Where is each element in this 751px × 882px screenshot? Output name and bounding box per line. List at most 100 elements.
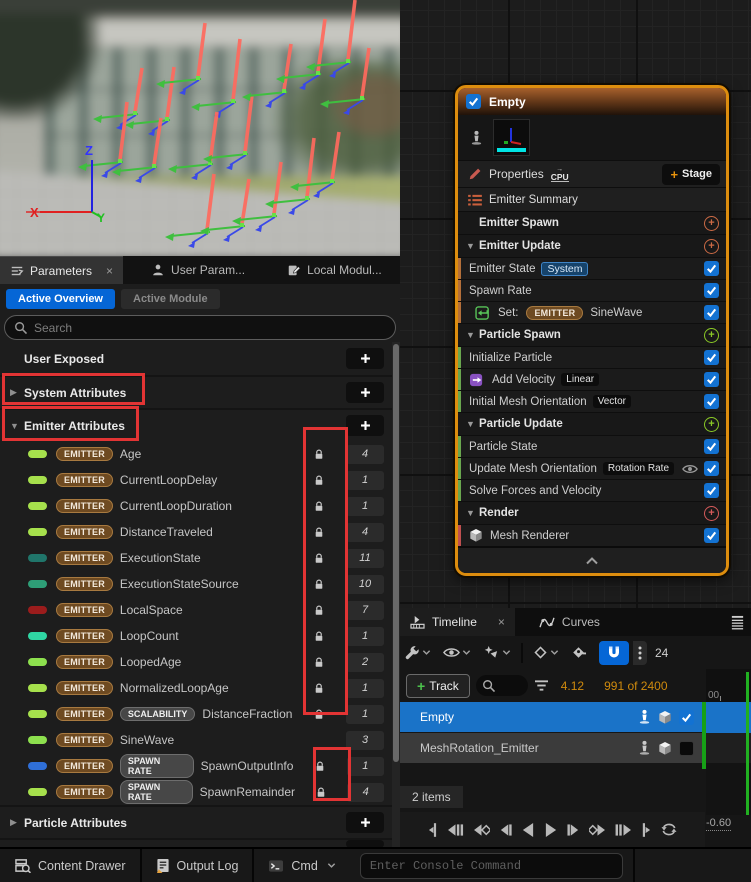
transport-reverse-button[interactable]: [521, 822, 535, 838]
module-row-emitter-state[interactable]: Emitter State System: [458, 257, 726, 279]
transport-step-forward-button[interactable]: [567, 823, 580, 837]
section-particle-attributes[interactable]: ▶Particle Attributes: [0, 805, 392, 838]
add-parameter-button[interactable]: [346, 812, 384, 833]
simulation-options-dropdown[interactable]: [483, 645, 511, 660]
module-row-set-sinewave[interactable]: Set: EMITTER SineWave: [458, 301, 726, 323]
system-overview-graph[interactable]: Empty Properties →CPU + Stage: [400, 0, 751, 608]
chevron-down-icon[interactable]: ▼: [10, 421, 24, 431]
add-parameter-button[interactable]: [346, 382, 384, 403]
person-icon[interactable]: [638, 740, 651, 756]
parameter-row[interactable]: EMITTER NormalizedLoopAge 1: [0, 675, 392, 701]
transport-jump-end-button[interactable]: [641, 822, 651, 838]
parameter-row[interactable]: EMITTER DistanceTraveled 4: [0, 519, 392, 545]
track-lane-meshrotation[interactable]: [706, 733, 751, 763]
module-enabled-checkbox[interactable]: [704, 283, 719, 298]
parameter-row[interactable]: EMITTER Age 4: [0, 441, 392, 467]
module-row-solve-forces-and-velocity[interactable]: Solve Forces and Velocity: [458, 479, 726, 501]
tab-local-modules[interactable]: Local Modul...: [277, 256, 392, 284]
chevron-right-icon[interactable]: ▶: [10, 387, 24, 398]
filter-icon[interactable]: [534, 679, 549, 692]
preview-viewport[interactable]: X Z Y: [0, 0, 400, 256]
person-icon[interactable]: [638, 709, 651, 725]
view-options-dropdown[interactable]: [443, 646, 471, 659]
module-row-particle-state[interactable]: Particle State: [458, 435, 726, 457]
parameter-row[interactable]: EMITTER CurrentLoopDuration 1: [0, 493, 392, 519]
keyframe-options-dropdown[interactable]: [533, 645, 559, 660]
eye-icon[interactable]: [682, 463, 698, 475]
add-module-icon[interactable]: +: [704, 417, 719, 432]
transport-prev-key-button[interactable]: [473, 823, 490, 837]
close-icon[interactable]: ×: [498, 615, 505, 629]
tab-curves[interactable]: Curves: [529, 608, 610, 636]
module-enabled-checkbox[interactable]: [704, 483, 719, 498]
wrench-dropdown[interactable]: [404, 645, 431, 661]
emitter-thumbnail[interactable]: [493, 119, 530, 156]
module-enabled-checkbox[interactable]: [704, 528, 719, 543]
parameter-row[interactable]: EMITTER SCALABILITY DistanceFraction 1: [0, 701, 392, 727]
chevron-down-icon[interactable]: ▼: [466, 419, 479, 429]
transport-next-frame-button[interactable]: [615, 823, 632, 837]
sequencer-icon[interactable]: [730, 615, 745, 630]
module-row-add-velocity[interactable]: Add Velocity Linear: [458, 368, 726, 390]
emitter-enabled-checkbox[interactable]: [466, 94, 481, 109]
chevron-down-icon[interactable]: ▼: [466, 241, 479, 251]
track-lane-empty[interactable]: [706, 702, 751, 733]
module-enabled-checkbox[interactable]: [704, 350, 719, 365]
chevron-down-icon[interactable]: ▼: [466, 330, 479, 340]
track-enabled-checkbox[interactable]: [679, 741, 694, 756]
active-module-button[interactable]: Active Module: [121, 289, 220, 309]
content-drawer-button[interactable]: Content Drawer: [0, 849, 140, 882]
auto-key-icon[interactable]: [571, 645, 587, 660]
add-module-icon[interactable]: +: [704, 216, 719, 231]
module-row-initial-mesh-orientation[interactable]: Initial Mesh Orientation Vector: [458, 390, 726, 412]
add-module-icon[interactable]: +: [704, 506, 719, 521]
node-collapse-bar[interactable]: [458, 546, 726, 573]
snap-options-dots[interactable]: [633, 641, 647, 665]
module-enabled-checkbox[interactable]: [704, 394, 719, 409]
transport-step-back-button[interactable]: [499, 823, 512, 837]
chevron-down-icon[interactable]: ▼: [466, 508, 479, 518]
properties-row[interactable]: Properties →CPU + Stage: [458, 160, 726, 187]
cube-icon[interactable]: [658, 741, 672, 756]
parameters-scrollbar[interactable]: [392, 342, 400, 847]
close-icon[interactable]: ×: [106, 264, 113, 278]
timeline-ruler[interactable]: 00: [706, 669, 751, 702]
add-parameter-button[interactable]: [346, 348, 384, 369]
node-section-render[interactable]: ▼ Render +: [458, 501, 726, 524]
playhead[interactable]: [746, 672, 749, 815]
tab-timeline[interactable]: Timeline ×: [400, 608, 515, 636]
transport-jump-start-button[interactable]: [428, 822, 438, 838]
transport-prev-frame-button[interactable]: [447, 823, 464, 837]
timeline-track-meshrotation_emitter[interactable]: MeshRotation_Emitter: [400, 733, 702, 763]
node-section-emitter-spawn[interactable]: Emitter Spawn +: [458, 211, 726, 234]
module-enabled-checkbox[interactable]: [704, 439, 719, 454]
cmd-button[interactable]: Cmd: [254, 849, 349, 882]
tab-user-parameters[interactable]: User Param...: [141, 256, 255, 284]
node-section-emitter-update[interactable]: ▼ Emitter Update +: [458, 234, 726, 257]
add-module-icon[interactable]: +: [704, 239, 719, 254]
node-section-particle-update[interactable]: ▼ Particle Update +: [458, 412, 726, 435]
transport-next-key-button[interactable]: [589, 823, 606, 837]
parameter-row[interactable]: EMITTER SineWave 3: [0, 727, 392, 753]
track-enabled-checkbox[interactable]: [679, 710, 694, 725]
parameter-row[interactable]: EMITTER LocalSpace 7: [0, 597, 392, 623]
add-stage-button[interactable]: + Stage: [662, 164, 720, 185]
cube-icon[interactable]: [658, 710, 672, 725]
output-log-button[interactable]: Output Log: [142, 849, 253, 882]
parameter-row[interactable]: EMITTER ExecutionState 11: [0, 545, 392, 571]
add-module-icon[interactable]: +: [704, 328, 719, 343]
emitter-summary-row[interactable]: Emitter Summary: [458, 187, 726, 211]
transport-play-button[interactable]: [544, 822, 558, 838]
transport-loop-button[interactable]: [660, 822, 678, 837]
active-overview-button[interactable]: Active Overview: [6, 289, 115, 309]
fps-label[interactable]: 24: [655, 646, 668, 660]
module-enabled-checkbox[interactable]: [704, 305, 719, 320]
snap-magnet-button[interactable]: [599, 641, 629, 665]
module-enabled-checkbox[interactable]: [704, 261, 719, 276]
section-system-attributes[interactable]: ▶System Attributes: [0, 375, 392, 408]
section-emitter-attributes[interactable]: ▼Emitter Attributes: [0, 408, 392, 441]
parameter-row[interactable]: EMITTER SPAWN RATE SpawnOutputInfo 1: [0, 753, 392, 779]
section-user-exposed[interactable]: User Exposed: [0, 342, 392, 375]
parameter-row[interactable]: EMITTER CurrentLoopDelay 1: [0, 467, 392, 493]
parameter-row[interactable]: EMITTER SPAWN RATE SpawnRemainder 4: [0, 779, 392, 805]
